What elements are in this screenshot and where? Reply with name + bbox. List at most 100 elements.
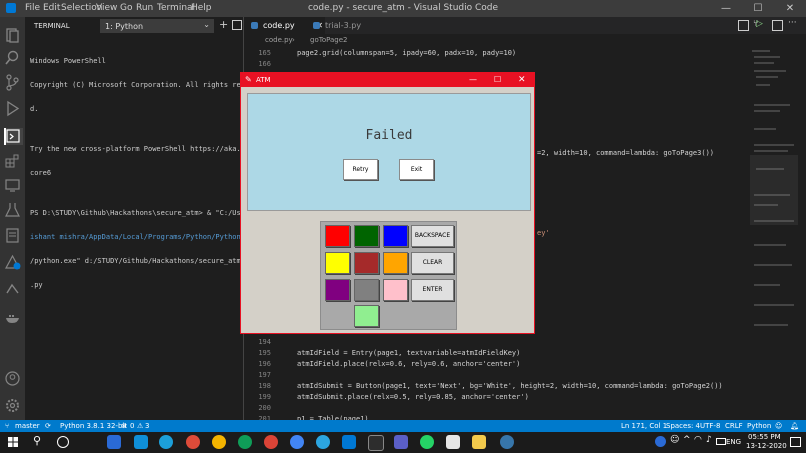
backspace-button[interactable]: BACKSPACE [411, 225, 454, 247]
clear-button[interactable]: CLEAR [411, 252, 454, 274]
keypad-key-6[interactable] [383, 252, 408, 274]
tab-trial-3-py[interactable]: trial-3.py [307, 17, 395, 34]
windows-start-icon[interactable] [8, 437, 18, 447]
keypad-key-8[interactable] [354, 279, 379, 301]
atm-close-icon[interactable]: ✕ [518, 73, 526, 87]
indentation[interactable]: Spaces: 4 [666, 420, 700, 432]
input-language[interactable]: ENG [726, 438, 741, 446]
settings-gear-icon[interactable] [4, 397, 21, 414]
code-line[interactable]: atmIdField.place(relx=0.6, rely=0.6, anc… [297, 360, 520, 368]
search-icon[interactable]: ⚲ [33, 434, 41, 447]
shell-select[interactable]: 1: Python ⌄ [100, 19, 214, 33]
chrome-profile-2-icon[interactable] [238, 435, 252, 449]
terminal-output[interactable]: Windows PowerShell Copyright (C) Microso… [30, 41, 244, 305]
vscode-taskbar-icon[interactable] [342, 435, 356, 449]
atm-maximize-icon[interactable]: ☐ [494, 73, 501, 87]
source-control-icon[interactable] [4, 74, 21, 91]
clock-date[interactable]: 13-12-2020 [746, 442, 787, 450]
menu-run[interactable]: Run [136, 3, 153, 13]
python-interpreter[interactable]: Python 3.8.1 32-bit [60, 420, 127, 432]
clock-time[interactable]: 05:55 PM [748, 433, 781, 441]
encoding[interactable]: UTF-8 [700, 420, 720, 432]
battery-icon[interactable] [716, 438, 726, 445]
language-mode[interactable]: Python [747, 420, 771, 432]
breadcrumb-symbol[interactable]: goToPage2 [310, 34, 348, 47]
cursor-position[interactable]: Ln 171, Col 1 [621, 420, 667, 432]
docker-icon[interactable] [4, 309, 21, 326]
explorer-icon[interactable] [4, 27, 21, 44]
atm-minimize-icon[interactable]: — [469, 73, 477, 87]
menu-go[interactable]: Go [120, 3, 132, 13]
code-line[interactable]: atmIdField = Entry(page1, textvariable=a… [297, 349, 520, 357]
file-explorer-icon[interactable] [107, 435, 121, 449]
keypad-key-2[interactable] [354, 225, 379, 247]
line-ending[interactable]: CRLF [725, 420, 743, 432]
help-icon[interactable] [655, 436, 666, 447]
atm-title-bar[interactable]: ✎ ATM — ☐ ✕ [241, 73, 534, 87]
split-editor-icon[interactable] [772, 20, 783, 31]
code-fragment[interactable]: =2, width=10, command=lambda: goToPage3(… [537, 149, 714, 157]
code-fragment[interactable]: ey' [537, 229, 550, 237]
chrome-profile-4-icon[interactable] [290, 435, 304, 449]
remote-explorer-icon[interactable] [4, 177, 21, 194]
accounts-icon[interactable] [4, 370, 21, 387]
keypad-key-4[interactable] [325, 252, 350, 274]
notebook-icon[interactable] [4, 227, 21, 244]
sync-icon[interactable]: ⟳ [45, 420, 51, 432]
folder-icon[interactable] [472, 435, 486, 449]
minimize-icon[interactable]: — [710, 0, 742, 17]
menu-help[interactable]: Help [191, 3, 212, 13]
terminal-view-icon[interactable] [4, 128, 23, 145]
menu-edit[interactable]: Edit [43, 3, 60, 13]
python-taskbar-icon[interactable] [500, 435, 514, 449]
terminal-tab[interactable]: TERMINAL [34, 22, 70, 30]
tray-chevron-icon[interactable]: ^ [683, 435, 691, 445]
warning-badge-icon[interactable] [4, 254, 21, 271]
menu-terminal[interactable]: Terminal [157, 3, 195, 13]
extensions-icon[interactable] [4, 153, 21, 170]
people-icon[interactable]: ☺ [670, 435, 679, 445]
exit-button[interactable]: Exit [399, 159, 434, 180]
wifi-icon[interactable]: ◠ [694, 435, 702, 445]
code-line[interactable]: page2.grid(columnspan=5, ipady=60, padx=… [297, 49, 516, 57]
breadcrumb-file[interactable]: code.py [265, 34, 293, 47]
keypad-key-9[interactable] [383, 279, 408, 301]
live-share-icon[interactable] [4, 281, 21, 298]
warning-count[interactable]: 3 [145, 420, 149, 432]
enter-button[interactable]: ENTER [411, 279, 454, 301]
new-terminal-icon[interactable]: + [219, 18, 228, 31]
teams-icon[interactable] [394, 435, 408, 449]
search-icon[interactable] [4, 49, 21, 66]
keypad-key-0[interactable] [354, 305, 379, 327]
minimap[interactable] [750, 45, 798, 425]
close-icon[interactable]: ✕ [774, 0, 806, 17]
git-branch[interactable]: master [15, 420, 40, 432]
whatsapp-icon[interactable] [420, 435, 434, 449]
split-terminal-icon[interactable] [232, 20, 242, 30]
edge-icon[interactable] [159, 435, 173, 449]
notepad-icon[interactable] [446, 435, 460, 449]
chrome-icon[interactable] [186, 435, 200, 449]
mail-icon[interactable] [134, 435, 148, 449]
feedback-icon[interactable]: ☺ [775, 420, 782, 432]
menu-view[interactable]: View [96, 3, 117, 13]
keypad-key-1[interactable] [325, 225, 350, 247]
volume-icon[interactable]: ♪ [706, 435, 712, 445]
notification-center-icon[interactable] [790, 437, 801, 447]
testing-flask-icon[interactable] [4, 201, 21, 218]
keypad-key-5[interactable] [354, 252, 379, 274]
compare-icon[interactable] [738, 20, 749, 31]
telegram-icon[interactable] [316, 435, 330, 449]
more-actions-icon[interactable]: ··· [788, 18, 797, 28]
notifications-icon[interactable]: 🔔︎ [790, 420, 799, 432]
chrome-profile-icon[interactable] [212, 435, 226, 449]
keypad-key-7[interactable] [325, 279, 350, 301]
keypad-key-3[interactable] [383, 225, 408, 247]
task-view-icon[interactable] [57, 436, 69, 448]
retry-button[interactable]: Retry [343, 159, 378, 180]
menu-file[interactable]: File [25, 3, 40, 13]
run-icon[interactable]: ▷ [756, 19, 763, 29]
code-line[interactable]: atmIdSubmit.place(relx=0.5, rely=0.85, a… [297, 393, 529, 401]
terminal-taskbar-icon[interactable] [368, 435, 384, 451]
error-count[interactable]: 0 [130, 420, 134, 432]
